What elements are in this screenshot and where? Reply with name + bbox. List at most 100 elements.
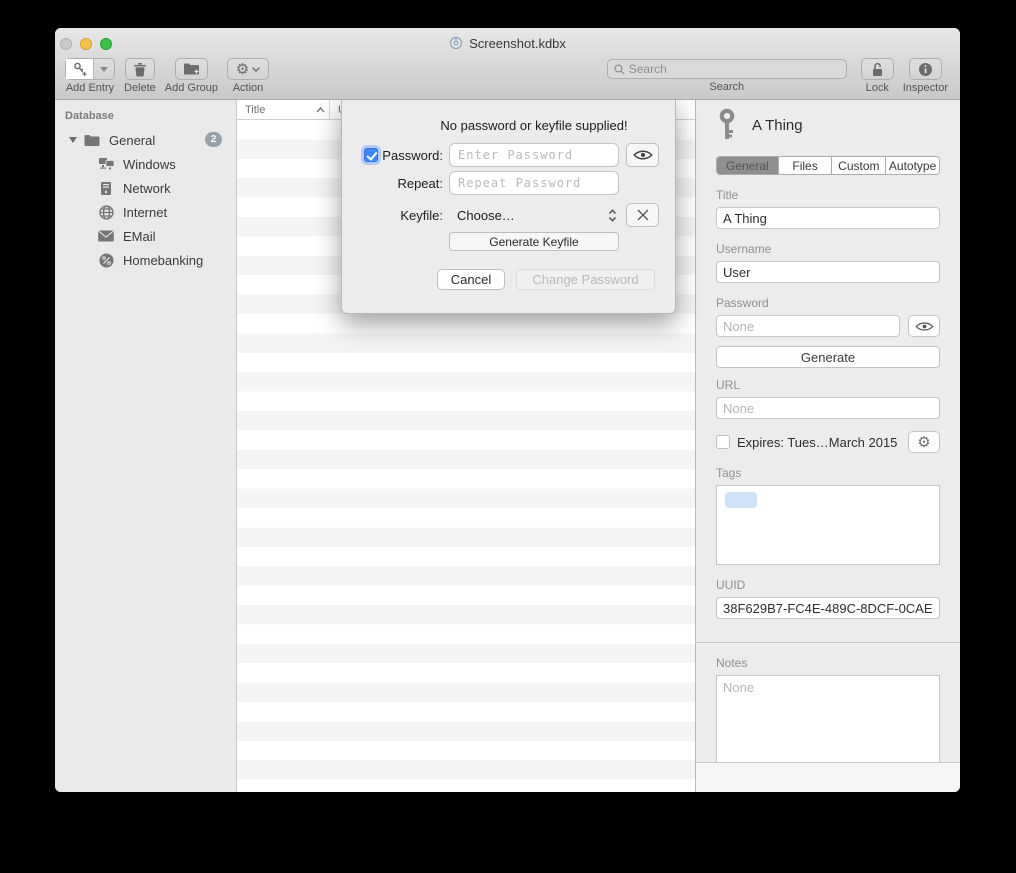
password-checkbox[interactable] <box>364 148 378 162</box>
generate-password-button[interactable]: Generate <box>716 346 940 368</box>
trash-icon <box>133 62 147 77</box>
action-label: Action <box>233 82 264 94</box>
tab-general[interactable]: General <box>717 157 779 174</box>
window-title: Screenshot.kdbx <box>469 36 566 51</box>
sidebar: Database General 2 Windows <box>55 100 237 792</box>
inspector-panel: A Thing General Files Custom Autotype Ti… <box>695 100 960 792</box>
entry-count-badge: 2 <box>205 132 222 147</box>
lock-item: Lock <box>861 58 894 94</box>
url-label: URL <box>716 378 940 392</box>
sheet-message: No password or keyfile supplied! <box>449 118 619 133</box>
toolbar: Add Entry Delete Add Group <box>55 58 960 99</box>
add-entry-item: Add Entry <box>65 58 115 94</box>
sidebar-item-email[interactable]: EMail <box>55 224 236 248</box>
add-entry-dropdown[interactable] <box>94 59 114 79</box>
generate-keyfile-button[interactable]: Generate Keyfile <box>449 232 619 251</box>
sidebar-item-label: General <box>109 133 155 148</box>
titlebar[interactable]: Screenshot.kdbx <box>55 28 960 58</box>
tags-box[interactable] <box>716 485 940 565</box>
search-input[interactable] <box>629 62 840 76</box>
tab-autotype[interactable]: Autotype <box>886 157 939 174</box>
app-window: Screenshot.kdbx Add Entry <box>55 28 960 792</box>
sidebar-item-windows[interactable]: Windows <box>55 152 236 176</box>
delete-item: Delete <box>124 58 156 94</box>
window-title-area: Screenshot.kdbx <box>55 28 960 58</box>
search-icon <box>614 64 625 75</box>
tab-files[interactable]: Files <box>779 157 833 174</box>
delete-label: Delete <box>124 82 156 94</box>
username-field[interactable] <box>716 261 940 283</box>
lock-label: Lock <box>866 82 889 94</box>
windows-network-icon <box>97 157 115 171</box>
sidebar-item-label: Internet <box>123 205 167 220</box>
expires-settings-button[interactable]: ⚙ <box>908 431 940 453</box>
repeat-row: Repeat: <box>342 170 675 196</box>
keyfile-popup[interactable]: Choose… <box>449 208 619 223</box>
notes-section: Notes <box>696 642 960 771</box>
sidebar-item-label: EMail <box>123 229 156 244</box>
keyfile-value: Choose… <box>457 208 515 223</box>
add-group-button[interactable] <box>175 58 208 80</box>
inspector-header: A Thing <box>716 108 940 142</box>
password-row: Password: <box>342 142 675 168</box>
sidebar-item-network[interactable]: Network <box>55 176 236 200</box>
folder-icon <box>83 134 101 147</box>
delete-button[interactable] <box>125 58 155 80</box>
search-item: Search <box>607 58 847 93</box>
notes-label: Notes <box>716 656 940 670</box>
action-item: ⚙ Action <box>227 58 269 94</box>
key-icon <box>716 108 738 142</box>
folder-plus-icon <box>183 62 200 76</box>
sheet-password-label: Password: <box>382 148 443 163</box>
expires-checkbox[interactable] <box>716 435 730 449</box>
close-x-icon <box>637 209 649 221</box>
sidebar-item-internet[interactable]: Internet <box>55 200 236 224</box>
reveal-password-button[interactable] <box>908 315 940 337</box>
password-label: Password <box>716 296 940 310</box>
sheet-repeat-label: Repeat: <box>397 176 443 191</box>
column-header-title[interactable]: Title <box>237 100 330 119</box>
search-field[interactable] <box>607 59 847 79</box>
clear-keyfile-button[interactable] <box>626 203 659 227</box>
inspector-footer <box>696 762 960 792</box>
expires-label: Expires: Tues…March 2015 <box>737 435 908 450</box>
notes-field[interactable] <box>716 675 940 768</box>
tag-chip[interactable] <box>725 492 757 508</box>
chevron-down-icon <box>252 67 260 72</box>
gear-icon: ⚙ <box>917 435 930 450</box>
sidebar-item-homebanking[interactable]: Homebanking <box>55 248 236 272</box>
add-group-label: Add Group <box>165 82 218 94</box>
expires-row: Expires: Tues…March 2015 ⚙ <box>716 431 940 453</box>
lock-button[interactable] <box>861 58 894 80</box>
window-header: Screenshot.kdbx Add Entry <box>55 28 960 100</box>
title-field[interactable] <box>716 207 940 229</box>
eye-icon <box>915 321 934 332</box>
search-label: Search <box>709 81 744 93</box>
sidebar-header: Database <box>55 108 236 128</box>
change-password-button[interactable]: Change Password <box>516 269 655 290</box>
uuid-field[interactable] <box>716 597 940 619</box>
repeat-password-field[interactable] <box>449 171 619 195</box>
sidebar-item-general[interactable]: General 2 <box>55 128 236 152</box>
info-icon <box>918 62 933 77</box>
disclosure-triangle-icon[interactable] <box>67 137 79 143</box>
reveal-password-button[interactable] <box>626 143 659 167</box>
url-field[interactable] <box>716 397 940 419</box>
username-label: Username <box>716 242 940 256</box>
tags-label: Tags <box>716 466 940 480</box>
keyfile-row: Keyfile: Choose… <box>342 202 675 228</box>
password-field[interactable] <box>716 315 900 337</box>
toolbar-right: Search Lock Insp <box>607 58 948 94</box>
tab-custom[interactable]: Custom <box>832 157 886 174</box>
enter-password-field[interactable] <box>449 143 619 167</box>
sheet-actions: Cancel Change Password <box>437 269 655 290</box>
gear-icon: ⚙ <box>236 62 249 77</box>
cancel-button[interactable]: Cancel <box>437 269 505 290</box>
server-icon <box>97 181 115 196</box>
action-button[interactable]: ⚙ <box>227 58 269 80</box>
sidebar-item-label: Homebanking <box>123 253 203 268</box>
percent-icon <box>97 253 115 268</box>
inspector-button[interactable] <box>909 58 942 80</box>
add-entry-button[interactable] <box>65 58 115 80</box>
document-icon <box>449 36 463 50</box>
